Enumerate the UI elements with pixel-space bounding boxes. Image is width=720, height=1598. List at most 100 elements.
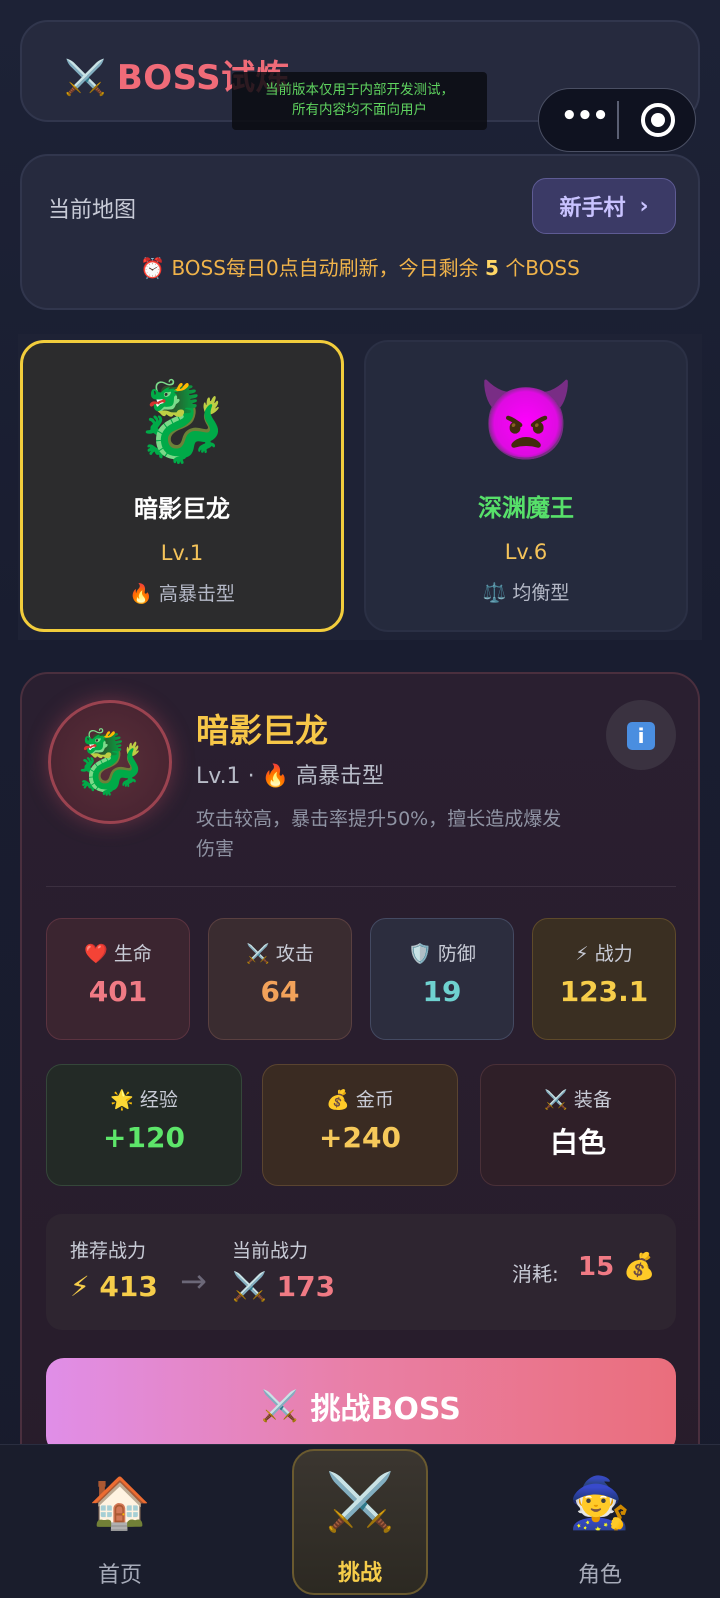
reward-equipment-value: 白色 — [549, 1126, 606, 1159]
meta-separator: · — [247, 764, 255, 789]
reward-exp-value: +120 — [103, 1121, 185, 1154]
shield-icon: 🛡️ — [408, 943, 432, 965]
map-select-label: 新手村 — [559, 196, 626, 221]
money-bag-icon: 💰 — [326, 1089, 350, 1111]
nav-challenge[interactable]: ⚔️ 挑战 — [292, 1449, 428, 1595]
boss-detail-meta: Lv.1 · 🔥 高暴击型 — [196, 758, 384, 790]
crossed-swords-icon: ⚔️ — [232, 1270, 267, 1303]
dev-notice-line2: 所有内容均不面向用户 — [292, 102, 427, 118]
house-icon: 🏠 — [88, 1474, 152, 1532]
alarm-clock-icon: ⏰ — [140, 256, 166, 280]
reward-exp-label-text: 经验 — [139, 1089, 178, 1111]
mage-icon: 🧙 — [568, 1474, 632, 1532]
stat-defense-value: 19 — [422, 975, 462, 1008]
miniprogram-capsule: ••• — [538, 88, 696, 152]
crossed-swords-icon: ⚔️ — [325, 1470, 395, 1535]
current-power-number: 173 — [276, 1270, 336, 1303]
boss-card-shadow-dragon[interactable]: 🐉 暗影巨龙 Lv.1 🔥 高暴击型 — [20, 340, 344, 632]
map-card: 当前地图 新手村 › ⏰ BOSS每日0点自动刷新，今日剩余 5 个BOSS — [20, 154, 700, 310]
stat-hp-label-text: 生命 — [113, 943, 152, 965]
capsule-divider — [617, 101, 619, 139]
stat-defense-label: 🛡️ 防御 — [371, 939, 513, 966]
boss-detail-level: Lv.1 — [196, 764, 241, 789]
current-power-value: ⚔️ 173 — [232, 1270, 335, 1303]
stat-hp-value: 401 — [88, 975, 148, 1008]
crossed-swords-icon: ⚔️ — [544, 1089, 568, 1111]
stat-attack-label: ⚔️ 攻击 — [209, 939, 351, 966]
challenge-boss-label: 挑战BOSS — [310, 1392, 461, 1427]
recommended-power-number: 413 — [99, 1270, 158, 1303]
reward-exp-label: 🌟 经验 — [47, 1085, 241, 1112]
nav-character-label: 角色 — [577, 1563, 622, 1588]
cost-value: 15 💰 — [578, 1252, 656, 1282]
boss-detail-name: 暗影巨龙 — [196, 711, 328, 750]
stat-power-value: 123.1 — [559, 975, 649, 1008]
refresh-count: 5 — [485, 256, 499, 280]
nav-home[interactable]: 🏠 首页 — [30, 1445, 210, 1598]
star-icon: 🌟 — [110, 1089, 134, 1111]
dev-notice: 当前版本仅用于内部开发测试， 所有内容均不面向用户 — [232, 72, 487, 130]
target-icon[interactable] — [641, 103, 675, 137]
boss-name: 深渊魔王 — [478, 494, 574, 522]
reward-exp: 🌟 经验 +120 — [46, 1064, 242, 1186]
divider — [46, 886, 676, 887]
balance-scale-icon: ⚖️ — [482, 582, 507, 604]
recommended-power-label: 推荐战力 — [70, 1240, 147, 1262]
current-power-label: 当前战力 — [232, 1240, 309, 1262]
power-comparison: 推荐战力 ⚡ 413 → 当前战力 ⚔️ 173 消耗: 15 💰 — [46, 1214, 676, 1330]
stat-attack-label-text: 攻击 — [275, 943, 314, 965]
heart-icon: ❤️ — [84, 943, 108, 965]
nav-character[interactable]: 🧙 角色 — [510, 1445, 690, 1598]
boss-type-label: 均衡型 — [512, 582, 570, 604]
lightning-icon: ⚡ — [70, 1270, 90, 1303]
cost-number: 15 — [578, 1252, 615, 1282]
challenge-boss-button[interactable]: ⚔️ 挑战BOSS — [46, 1358, 676, 1454]
boss-name: 暗影巨龙 — [134, 495, 230, 523]
stat-defense: 🛡️ 防御 19 — [370, 918, 514, 1040]
fire-icon: 🔥 — [261, 764, 289, 789]
stat-attack: ⚔️ 攻击 64 — [208, 918, 352, 1040]
page: ⚔️ BOSS试炼 当前版本仅用于内部开发测试， 所有内容均不面向用户 ••• 当… — [0, 0, 720, 1598]
demon-icon: 👿 — [477, 376, 575, 466]
reward-gold-label: 💰 金币 — [263, 1085, 457, 1112]
nav-challenge-label: 挑战 — [337, 1561, 382, 1586]
crossed-swords-icon: ⚔️ — [64, 58, 107, 98]
recommended-power-value: ⚡ 413 — [70, 1270, 158, 1303]
stat-power-label: ⚡ 战力 — [533, 939, 675, 966]
chevron-right-icon: › — [639, 193, 649, 219]
info-button[interactable]: i — [606, 700, 676, 770]
boss-level: Lv.1 — [160, 541, 204, 565]
stat-power: ⚡ 战力 123.1 — [532, 918, 676, 1040]
money-bag-icon: 💰 — [623, 1252, 656, 1282]
fire-icon: 🔥 — [129, 583, 153, 605]
dragon-icon: 🐉 — [133, 377, 231, 467]
stat-defense-label-text: 防御 — [437, 943, 476, 965]
nav-home-label: 首页 — [97, 1563, 142, 1588]
dev-notice-line1: 当前版本仅用于内部开发测试， — [265, 82, 454, 98]
boss-type: 🔥 高暴击型 — [23, 579, 341, 606]
cost-label: 消耗: — [512, 1262, 559, 1286]
refresh-prefix: BOSS每日0点自动刷新，今日剩余 — [171, 256, 479, 280]
reward-gold: 💰 金币 +240 — [262, 1064, 458, 1186]
more-dots-icon[interactable]: ••• — [561, 101, 609, 131]
crossed-swords-icon: ⚔️ — [261, 1388, 299, 1424]
map-select-button[interactable]: 新手村 › — [532, 178, 676, 234]
lightning-icon: ⚡ — [575, 943, 589, 965]
bottom-nav: 🏠 首页 ⚔️ 挑战 🧙 角色 — [0, 1444, 720, 1598]
boss-type: ⚖️ 均衡型 — [366, 578, 686, 605]
boss-description: 攻击较高，暴击率提升50%，擅长造成爆发伤害 — [196, 808, 562, 860]
stat-hp-label: ❤️ 生命 — [47, 939, 189, 966]
crossed-swords-icon: ⚔️ — [246, 943, 270, 965]
stat-power-label-text: 战力 — [594, 943, 633, 965]
reward-equipment: ⚔️ 装备 白色 — [480, 1064, 676, 1186]
refresh-suffix: 个BOSS — [505, 256, 580, 280]
arrow-right-icon: → — [180, 1262, 207, 1300]
boss-detail-type: 高暴击型 — [295, 764, 384, 789]
boss-avatar: 🐉 — [48, 700, 172, 824]
stat-attack-value: 64 — [260, 975, 300, 1008]
reward-equipment-label-text: 装备 — [573, 1089, 612, 1111]
reward-equipment-label: ⚔️ 装备 — [481, 1085, 675, 1112]
refresh-info: ⏰ BOSS每日0点自动刷新，今日剩余 5 个BOSS — [22, 252, 698, 281]
boss-card-abyss-demon[interactable]: 👿 深渊魔王 Lv.6 ⚖️ 均衡型 — [364, 340, 688, 632]
reward-gold-value: +240 — [319, 1121, 401, 1154]
